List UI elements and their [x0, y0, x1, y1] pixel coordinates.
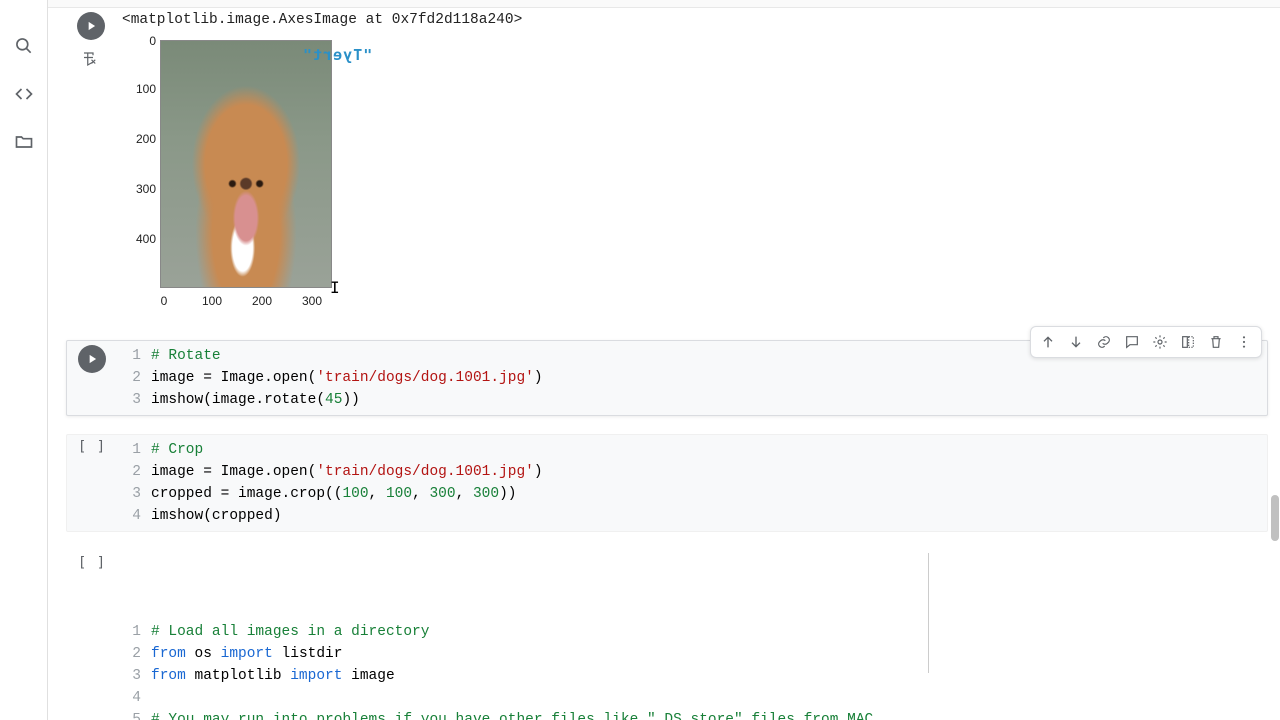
cell-toolbar: [1030, 326, 1262, 358]
xtick: 0: [149, 294, 179, 308]
xtick: 200: [247, 294, 277, 308]
more-icon[interactable]: [1231, 329, 1257, 355]
delete-icon[interactable]: [1203, 329, 1229, 355]
ytick: 300: [122, 182, 156, 196]
code-icon[interactable]: [14, 84, 34, 104]
ytick: 0: [122, 34, 156, 48]
output-repr: <matplotlib.image.AxesImage at 0x7fd2d11…: [122, 12, 1262, 28]
text-cursor: I: [330, 278, 340, 297]
comment-icon[interactable]: [1119, 329, 1145, 355]
arrow-up-icon[interactable]: [1035, 329, 1061, 355]
output-cell: <matplotlib.image.AxesImage at 0x7fd2d11…: [66, 8, 1268, 318]
plot-watermark: "Tyert": [302, 46, 372, 64]
mirror-icon[interactable]: [1175, 329, 1201, 355]
arrow-down-icon[interactable]: [1063, 329, 1089, 355]
code-cell-loadall[interactable]: [ ] 1# Load all images in a directory2fr…: [66, 550, 1268, 720]
exec-bracket: [ ]: [78, 439, 106, 455]
editor-ruler: [928, 553, 929, 673]
left-rail: [0, 0, 48, 720]
clear-output-icon[interactable]: [81, 50, 101, 70]
code-cell-rotate[interactable]: 1# Rotate2image = Image.open('train/dogs…: [66, 340, 1268, 416]
run-button[interactable]: [78, 345, 106, 373]
exec-bracket: [ ]: [78, 555, 106, 571]
settings-icon[interactable]: [1147, 329, 1173, 355]
output-plot: "Tyert" I 0 100 200 300 400 0 100 200 30…: [122, 34, 1262, 314]
scrollbar-thumb[interactable]: [1271, 495, 1279, 541]
xtick: 100: [197, 294, 227, 308]
code-editor[interactable]: 1# Load all images in a directory2from o…: [117, 551, 1267, 720]
ytick: 100: [122, 82, 156, 96]
folder-icon[interactable]: [14, 132, 34, 152]
code-cell-crop[interactable]: [ ] 1# Crop2image = Image.open('train/do…: [66, 434, 1268, 532]
search-icon[interactable]: [14, 36, 34, 56]
toolbar-strip: [48, 0, 1280, 8]
ytick: 200: [122, 132, 156, 146]
notebook-scroll[interactable]: <matplotlib.image.AxesImage at 0x7fd2d11…: [48, 8, 1280, 720]
xtick: 300: [297, 294, 327, 308]
run-button[interactable]: [77, 12, 105, 40]
plot-image: [160, 40, 332, 288]
code-editor[interactable]: 1# Crop2image = Image.open('train/dogs/d…: [117, 435, 1267, 531]
ytick: 400: [122, 232, 156, 246]
link-icon[interactable]: [1091, 329, 1117, 355]
